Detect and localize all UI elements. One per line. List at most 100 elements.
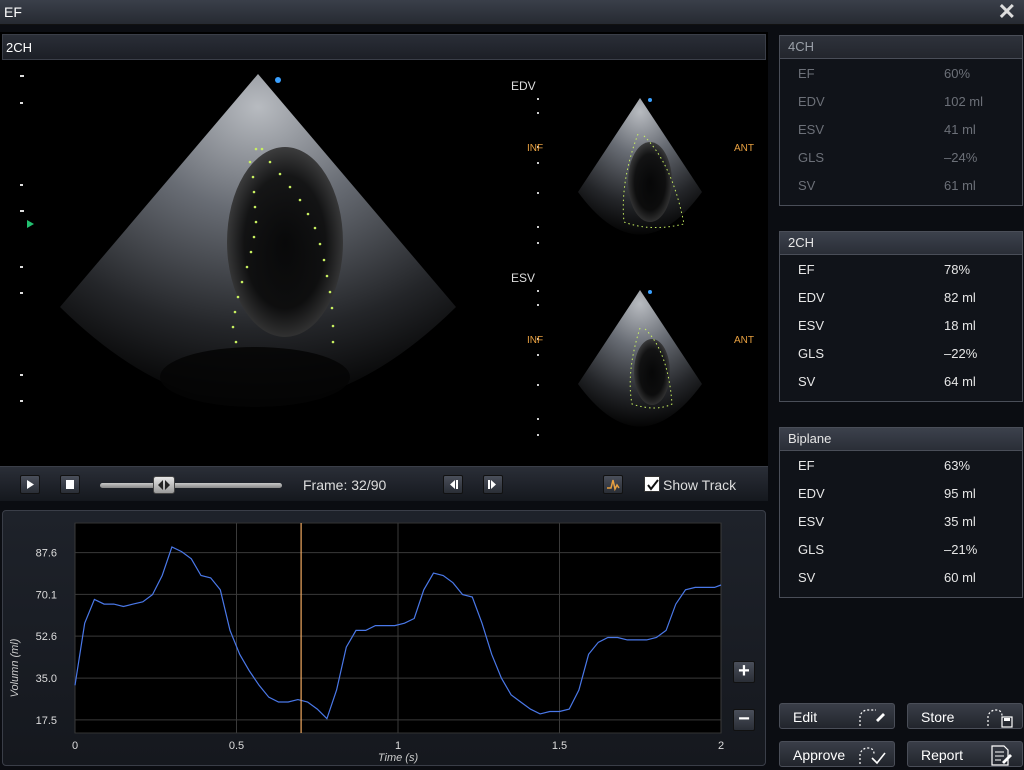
metric-value: 82 ml <box>944 290 976 305</box>
edit-button[interactable]: Edit <box>779 703 895 729</box>
x-tick-label: 0.5 <box>229 740 244 752</box>
prev-frame-button[interactable] <box>443 475 463 494</box>
zoom-in-button[interactable]: + <box>733 661 755 683</box>
x-axis-label: Time (s) <box>378 752 419 764</box>
play-button[interactable] <box>20 475 40 494</box>
metric-row: ESV 35 ml <box>780 507 1022 535</box>
playback-controls: Frame: 32/90 Show Track <box>0 466 768 501</box>
metric-row: SV 61 ml <box>780 171 1022 199</box>
metric-label: SV <box>798 178 816 193</box>
metric-value: 60% <box>944 66 971 81</box>
metric-label: EDV <box>798 290 825 305</box>
metric-value: 78% <box>944 262 971 277</box>
metric-value: –21% <box>944 542 978 557</box>
metric-row: EF 63% <box>780 451 1022 479</box>
store-trace-icon <box>987 709 1013 728</box>
card-title: 2CH <box>780 232 1022 255</box>
frame-slider[interactable] <box>100 476 282 494</box>
checkmark-icon <box>647 479 659 491</box>
metric-label: GLS <box>798 542 825 557</box>
title-bar: EF ✕ <box>0 0 1024 25</box>
metric-label: SV <box>798 570 816 585</box>
metric-value: 61 ml <box>944 178 976 193</box>
approve-trace-icon <box>859 747 886 765</box>
focus-marker <box>27 220 34 228</box>
depth-scale <box>20 75 24 402</box>
metric-row: EDV 95 ml <box>780 479 1022 507</box>
echo-image-area <box>20 74 702 436</box>
metric-value: 18 ml <box>944 318 976 333</box>
trace-tool-button[interactable] <box>603 475 623 494</box>
metric-value: 64 ml <box>944 374 976 389</box>
report-label: Report <box>921 747 964 763</box>
metric-row: EDV 82 ml <box>780 283 1022 311</box>
esv-ant-label: ANT <box>734 335 754 346</box>
metric-label: EF <box>798 66 815 81</box>
metric-label: EF <box>798 458 815 473</box>
metric-row: EF 60% <box>780 59 1022 87</box>
y-tick-label: 17.5 <box>36 715 57 727</box>
result-card: 2CH EF 78% EDV 82 ml ESV 18 ml GLS –22% SV 64 ml <box>779 231 1023 402</box>
window-title: EF <box>4 4 22 20</box>
volume-chart-panel: 0 0.5 1 1.5 2 17.5 35.0 52.6 70.1 87.6 Time (s) Vol… <box>2 510 766 766</box>
edit-trace-icon <box>859 709 885 726</box>
la-cavity <box>160 347 350 407</box>
metric-row: SV 64 ml <box>780 367 1022 395</box>
report-document-icon <box>991 745 1012 766</box>
esv-label: ESV <box>511 271 536 285</box>
show-track-checkbox[interactable] <box>644 476 660 492</box>
metric-value: 60 ml <box>944 570 976 585</box>
close-icon[interactable]: ✕ <box>998 1 1016 23</box>
card-title: 4CH <box>780 36 1022 59</box>
frame-counter: Frame: 32/90 <box>303 477 387 493</box>
x-tick-label: 1.5 <box>552 740 567 752</box>
slider-thumb[interactable] <box>152 476 175 494</box>
metric-label: ESV <box>798 514 825 529</box>
play-icon <box>27 480 34 489</box>
echo-viewer: 2CH EDV ESV INF ANT INF ANT <box>0 32 768 500</box>
zoom-out-button[interactable]: − <box>733 709 755 731</box>
metric-label: SV <box>798 374 816 389</box>
metric-value: 63% <box>944 458 971 473</box>
esv-inf-label: INF <box>527 335 544 346</box>
esv-probe-marker <box>648 290 652 294</box>
result-card: 4CH EF 60% EDV 102 ml ESV 41 ml GLS –24% SV 61 ml <box>779 35 1023 206</box>
edv-ant-label: ANT <box>734 143 754 154</box>
approve-button[interactable]: Approve <box>779 741 895 767</box>
y-tick-label: 70.1 <box>36 589 57 601</box>
viewer-header: 2CH <box>2 34 766 60</box>
metric-row: SV 60 ml <box>780 563 1022 591</box>
x-tick-label: 2 <box>718 740 724 752</box>
next-frame-button[interactable] <box>483 475 503 494</box>
metric-row: GLS –22% <box>780 339 1022 367</box>
metric-label: GLS <box>798 346 825 361</box>
metric-label: EF <box>798 262 815 277</box>
metric-label: ESV <box>798 318 825 333</box>
volume-chart: 0 0.5 1 1.5 2 17.5 35.0 52.6 70.1 87.6 Time (s) Vol… <box>9 522 724 764</box>
store-button[interactable]: Store <box>907 703 1023 729</box>
y-tick-label: 35.0 <box>36 673 57 685</box>
metric-label: EDV <box>798 486 825 501</box>
y-tick-label: 87.6 <box>36 548 57 560</box>
metric-row: GLS –24% <box>780 143 1022 171</box>
card-title: Biplane <box>780 428 1022 451</box>
drag-arrows-icon <box>157 480 170 490</box>
metric-label: GLS <box>798 150 825 165</box>
metric-value: 41 ml <box>944 122 976 137</box>
metric-value: 95 ml <box>944 486 976 501</box>
trace-wave-icon <box>607 479 620 492</box>
edv-inf-label: INF <box>527 143 544 154</box>
metric-label: ESV <box>798 122 825 137</box>
edv-probe-marker <box>648 98 652 102</box>
metric-row: ESV 18 ml <box>780 311 1022 339</box>
metric-label: EDV <box>798 94 825 109</box>
report-button[interactable]: Report <box>907 741 1023 767</box>
result-card: Biplane EF 63% EDV 95 ml ESV 35 ml GLS –21% SV 60 … <box>779 427 1023 598</box>
stop-button[interactable] <box>60 475 80 494</box>
metric-row: GLS –21% <box>780 535 1022 563</box>
lv-cavity <box>227 147 343 337</box>
esv-cavity <box>634 339 670 405</box>
x-tick-label: 1 <box>395 740 401 752</box>
metric-value: 102 ml <box>944 94 984 109</box>
y-tick-label: 52.6 <box>36 631 57 643</box>
